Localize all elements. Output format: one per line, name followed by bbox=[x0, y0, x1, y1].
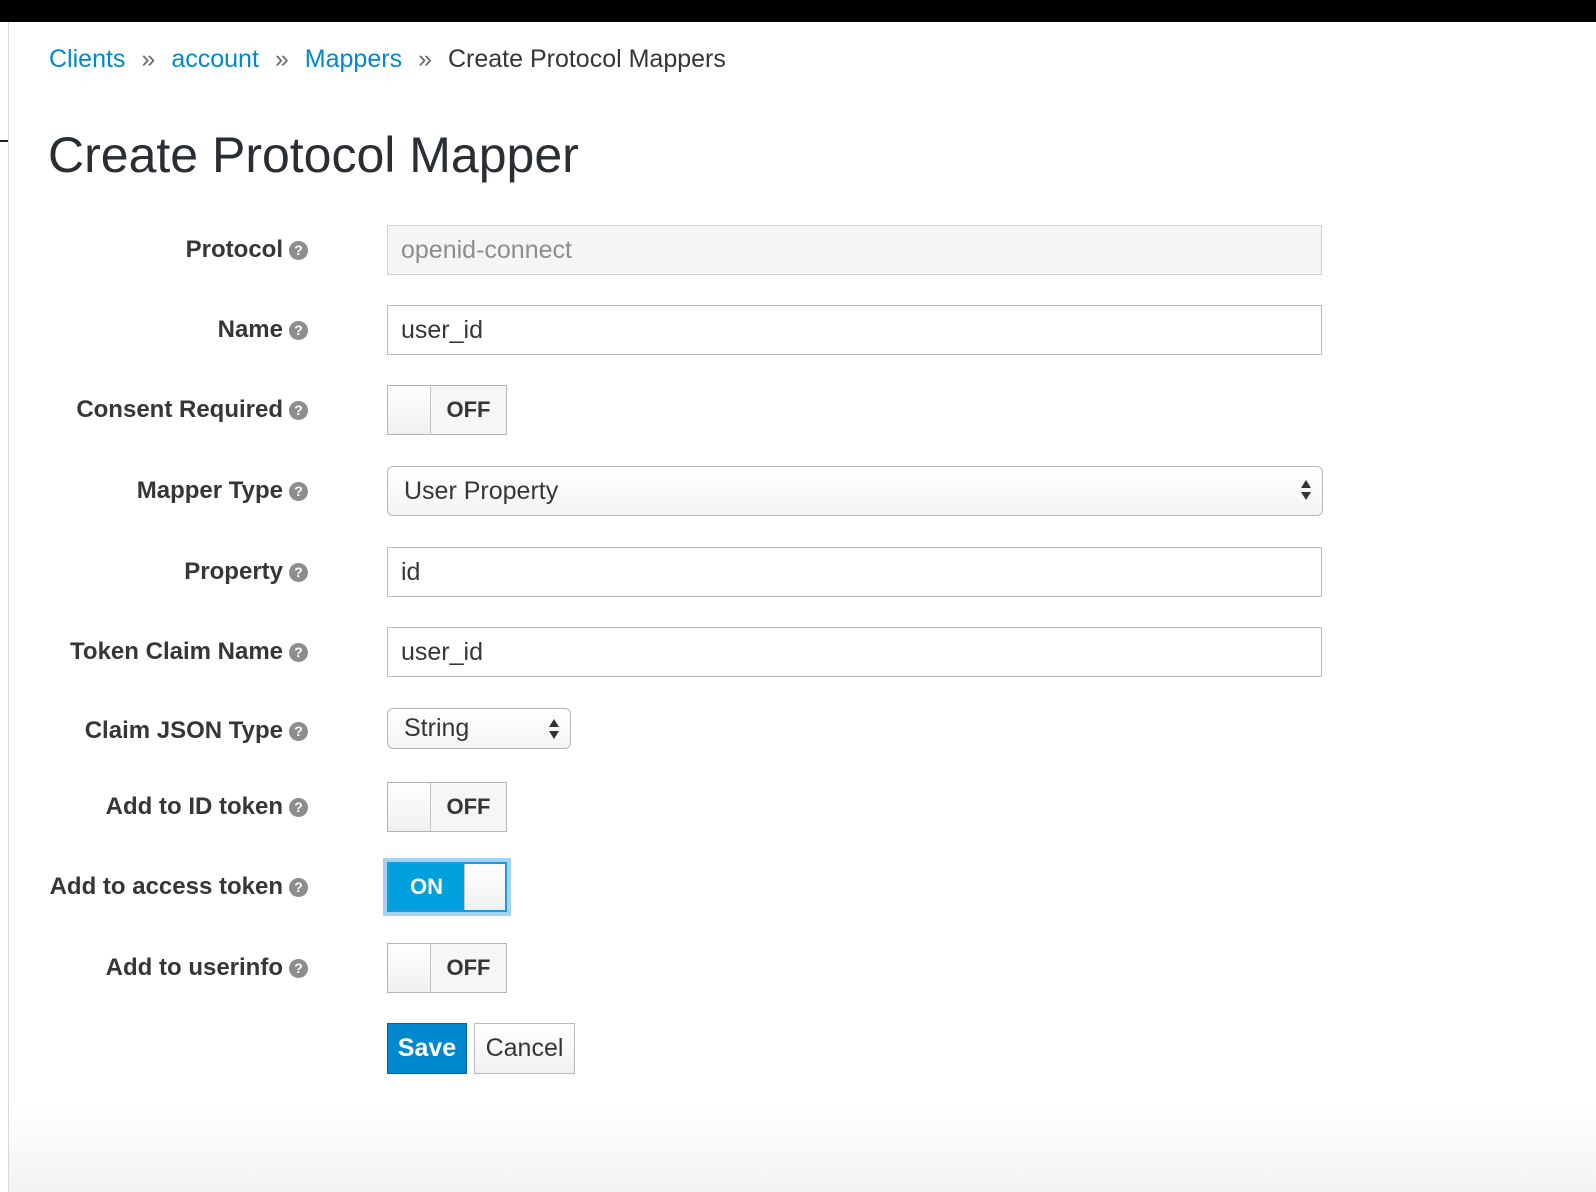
claim-json-type-value: String bbox=[404, 714, 470, 742]
name-input[interactable]: user_id bbox=[387, 305, 1322, 355]
question-circle-icon[interactable]: ? bbox=[289, 320, 308, 340]
property-label: Property ? bbox=[184, 547, 308, 597]
mapper-type-label: Mapper Type ? bbox=[137, 466, 308, 516]
question-circle-icon[interactable]: ? bbox=[289, 481, 308, 501]
protocol-label-text: Protocol bbox=[185, 236, 283, 263]
protocol-field: openid-connect bbox=[387, 225, 1322, 275]
cancel-button[interactable]: Cancel bbox=[474, 1023, 575, 1074]
question-circle-icon[interactable]: ? bbox=[289, 877, 308, 897]
token-claim-name-label-text: Token Claim Name bbox=[70, 638, 283, 665]
name-value: user_id bbox=[401, 315, 483, 344]
edge-mark bbox=[0, 140, 8, 142]
breadcrumb-account[interactable]: account bbox=[171, 45, 259, 74]
toggle-knob bbox=[388, 783, 431, 831]
mapper-type-label-text: Mapper Type bbox=[136, 477, 283, 504]
name-label: Name ? bbox=[218, 305, 308, 355]
add-to-access-token-toggle[interactable]: ON bbox=[387, 862, 507, 912]
claim-json-type-select[interactable]: String bbox=[387, 708, 571, 749]
toggle-state: OFF bbox=[431, 783, 506, 831]
question-circle-icon[interactable]: ? bbox=[289, 400, 308, 420]
question-circle-icon[interactable]: ? bbox=[289, 721, 308, 741]
left-edge bbox=[0, 22, 9, 1192]
protocol-value: openid-connect bbox=[401, 235, 572, 264]
window-top-bar bbox=[0, 0, 1596, 22]
toggle-state: ON bbox=[389, 864, 464, 910]
claim-json-type-label-text: Claim JSON Type bbox=[84, 717, 283, 744]
add-to-id-token-label: Add to ID token ? bbox=[106, 782, 308, 832]
consent-required-label-text: Consent Required bbox=[76, 396, 283, 423]
breadcrumb-clients[interactable]: Clients bbox=[49, 45, 125, 74]
claim-json-type-label: Claim JSON Type ? bbox=[85, 706, 308, 756]
question-circle-icon[interactable]: ? bbox=[289, 958, 308, 978]
toggle-knob bbox=[388, 944, 431, 992]
breadcrumb: Clients » account » Mappers » Create Pro… bbox=[49, 40, 726, 78]
breadcrumb-separator: » bbox=[141, 44, 156, 73]
question-circle-icon[interactable]: ? bbox=[289, 642, 308, 662]
mapper-type-select[interactable]: User Property bbox=[387, 466, 1323, 516]
page-bottom bbox=[9, 1102, 1596, 1192]
property-value: id bbox=[401, 557, 421, 586]
add-to-id-token-toggle[interactable]: OFF bbox=[387, 782, 507, 832]
token-claim-name-value: user_id bbox=[401, 637, 483, 666]
breadcrumb-current: Create Protocol Mappers bbox=[447, 44, 726, 73]
breadcrumb-separator: » bbox=[418, 44, 432, 73]
name-label-text: Name bbox=[217, 316, 283, 343]
page-title: Create Protocol Mapper bbox=[48, 127, 579, 183]
property-input[interactable]: id bbox=[387, 547, 1322, 597]
add-to-access-token-label-text: Add to access token bbox=[49, 873, 283, 900]
add-to-access-token-label: Add to access token ? bbox=[50, 862, 308, 912]
protocol-label: Protocol ? bbox=[186, 225, 308, 275]
add-to-userinfo-toggle[interactable]: OFF bbox=[387, 943, 507, 993]
question-circle-icon[interactable]: ? bbox=[289, 797, 308, 817]
up-down-arrows-icon bbox=[549, 719, 559, 739]
question-circle-icon[interactable]: ? bbox=[289, 240, 308, 260]
toggle-knob bbox=[464, 864, 505, 910]
up-down-arrows-icon bbox=[1301, 480, 1311, 500]
add-to-id-token-label-text: Add to ID token bbox=[105, 793, 283, 820]
token-claim-name-label: Token Claim Name ? bbox=[70, 627, 308, 677]
consent-required-label: Consent Required ? bbox=[76, 385, 308, 435]
toggle-state: OFF bbox=[431, 386, 506, 434]
toggle-knob bbox=[388, 386, 431, 434]
consent-required-toggle[interactable]: OFF bbox=[387, 385, 507, 435]
toggle-state: OFF bbox=[431, 944, 506, 992]
breadcrumb-separator: » bbox=[274, 44, 289, 73]
add-to-userinfo-label: Add to userinfo ? bbox=[106, 943, 308, 993]
save-button[interactable]: Save bbox=[387, 1023, 467, 1074]
question-circle-icon[interactable]: ? bbox=[289, 562, 308, 582]
add-to-userinfo-label-text: Add to userinfo bbox=[105, 954, 283, 981]
breadcrumb-mappers[interactable]: Mappers bbox=[305, 45, 402, 74]
token-claim-name-input[interactable]: user_id bbox=[387, 627, 1322, 677]
mapper-type-value: User Property bbox=[404, 476, 559, 505]
property-label-text: Property bbox=[184, 558, 283, 585]
